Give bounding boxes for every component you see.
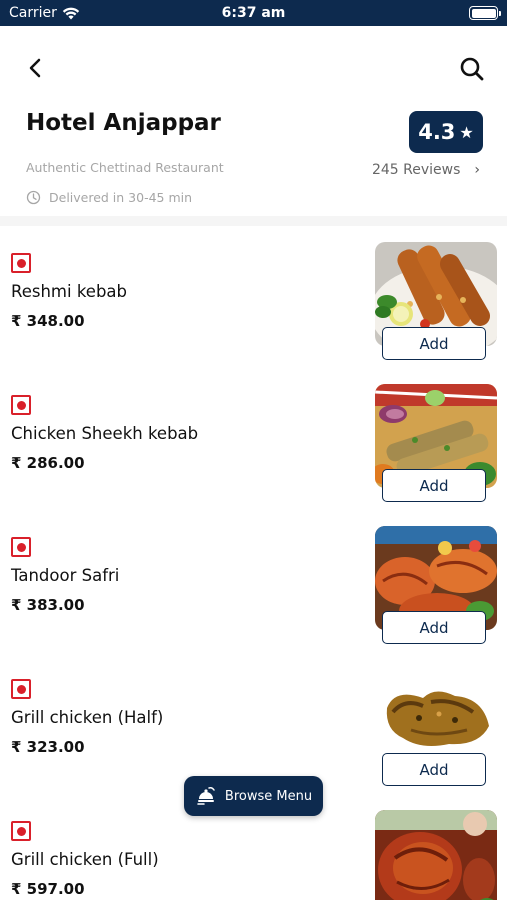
menu-item: Chicken Sheekh kebab ₹ 286.00 Add [0, 368, 507, 510]
restaurant-header: Hotel Anjappar Authentic Chettinad Resta… [0, 26, 507, 216]
restaurant-name: Hotel Anjappar [26, 110, 221, 136]
reviews-link[interactable]: 245 Reviews › [372, 162, 480, 178]
item-name: Chicken Sheekh kebab [11, 424, 199, 443]
menu-item: Reshmi kebab ₹ 348.00 Add [0, 226, 507, 368]
non-veg-icon [11, 679, 31, 699]
non-veg-icon [11, 821, 31, 841]
browse-menu-button[interactable]: Browse Menu [184, 776, 323, 816]
non-veg-icon [11, 537, 31, 557]
back-arrow-icon[interactable] [20, 52, 52, 84]
food-image [375, 810, 497, 900]
add-button[interactable]: Add [382, 753, 486, 786]
add-button[interactable]: Add [382, 327, 486, 360]
item-name: Reshmi kebab [11, 282, 128, 301]
search-icon[interactable] [455, 52, 489, 86]
item-price: ₹ 383.00 [11, 596, 85, 614]
add-button[interactable]: Add [382, 469, 486, 502]
add-button[interactable]: Add [382, 611, 486, 644]
delivery-time: Delivered in 30-45 min [49, 190, 193, 205]
item-name: Grill chicken (Full) [11, 850, 159, 869]
battery-icon [469, 6, 501, 20]
clock: 6:37 am [221, 5, 286, 21]
section-divider [0, 216, 507, 226]
item-price: ₹ 597.00 [11, 880, 85, 898]
item-price: ₹ 323.00 [11, 738, 85, 756]
menu-dish-icon [197, 787, 215, 805]
non-veg-icon [11, 253, 31, 273]
star-icon: ★ [459, 122, 474, 142]
rating-value: 4.3 [418, 120, 456, 144]
status-bar: Carrier 6:37 am [0, 0, 507, 26]
item-price: ₹ 286.00 [11, 454, 85, 472]
chevron-right-icon: › [474, 162, 480, 178]
rating-badge: 4.3 ★ [409, 111, 483, 153]
delivery-info: Delivered in 30-45 min [26, 190, 192, 205]
reviews-count: 245 Reviews [371, 162, 461, 178]
menu-item: Tandoor Safri ₹ 383.00 Add [0, 510, 507, 652]
item-name: Tandoor Safri [11, 566, 120, 585]
item-name: Grill chicken (Half) [11, 708, 164, 727]
clock-icon [26, 190, 41, 205]
item-price: ₹ 348.00 [11, 312, 85, 330]
browse-menu-label: Browse Menu [224, 788, 313, 804]
menu-item: Grill chicken (Half) ₹ 323.00 Add [0, 652, 507, 794]
restaurant-tagline: Authentic Chettinad Restaurant [26, 160, 224, 175]
non-veg-icon [11, 395, 31, 415]
